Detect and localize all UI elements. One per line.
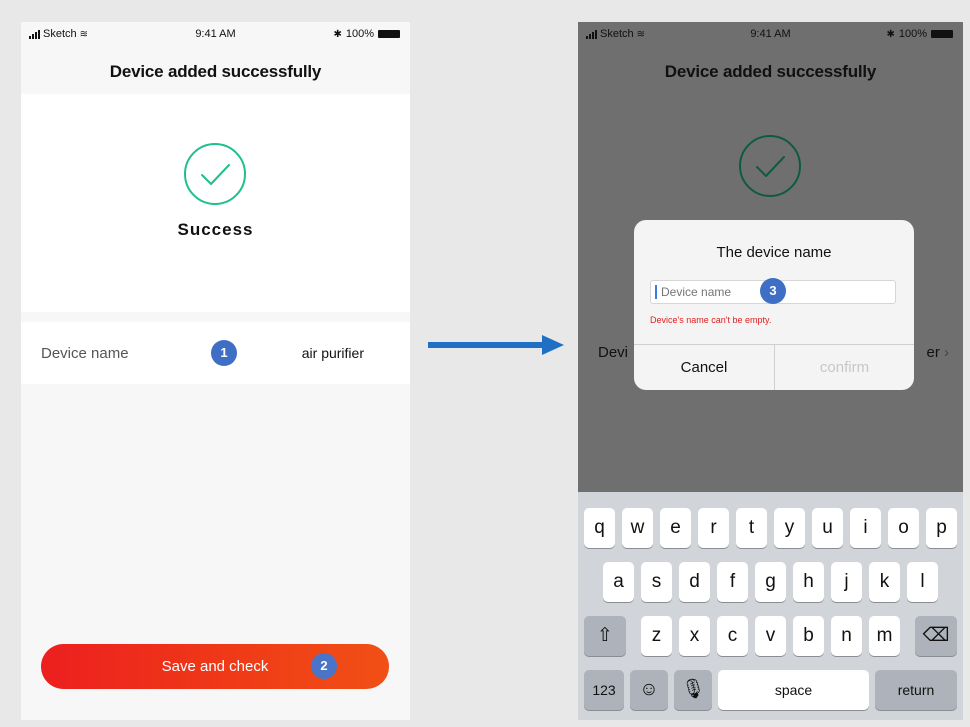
error-message: Device's name can't be empty. [650, 315, 772, 325]
success-check-icon [184, 143, 246, 205]
key-e[interactable]: e [660, 508, 691, 548]
chevron-right-icon: › [944, 344, 949, 361]
bluetooth-icon: ✱ [333, 28, 342, 40]
device-name-value-dimmed: er › [926, 344, 949, 361]
step-badge-3: 3 [760, 278, 786, 304]
key-h[interactable]: h [793, 562, 824, 602]
page-title: Device added successfully [664, 62, 877, 81]
dictation-key[interactable]: 🎙 [674, 670, 712, 710]
return-key[interactable]: return [875, 670, 957, 710]
key-y[interactable]: y [774, 508, 805, 548]
device-name-value: air purifier [301, 345, 364, 361]
battery-icon [378, 30, 400, 38]
key-a[interactable]: a [603, 562, 634, 602]
status-bar: Sketch ≋ 9:41 AM ✱ 100% [21, 22, 410, 46]
key-d[interactable]: d [679, 562, 710, 602]
backspace-icon: ⌫ [922, 625, 950, 646]
key-u[interactable]: u [812, 508, 843, 548]
status-bar: Sketch ≋ 9:41 AM ✱ 100% [578, 22, 963, 46]
key-c[interactable]: c [717, 616, 748, 656]
key-p[interactable]: p [926, 508, 957, 548]
success-screen: Sketch ≋ 9:41 AM ✱ 100% Device added suc… [21, 22, 410, 720]
numbers-key[interactable]: 123 [584, 670, 624, 710]
device-name-dialog: The device name 3 Device's name can't be… [634, 220, 914, 390]
space-key[interactable]: space [718, 670, 869, 710]
key-f[interactable]: f [717, 562, 748, 602]
cancel-button[interactable]: Cancel [634, 345, 774, 390]
success-check-icon [739, 135, 801, 197]
key-i[interactable]: i [850, 508, 881, 548]
backspace-key[interactable]: ⌫ [915, 616, 957, 656]
shift-key[interactable]: ⇧ [584, 616, 626, 656]
microphone-icon: 🎙 [680, 679, 706, 700]
key-j[interactable]: j [831, 562, 862, 602]
flow-arrow-icon [428, 335, 564, 355]
emoji-key[interactable]: ☺ [630, 670, 668, 710]
on-screen-keyboard: q w e r t y u i o p a s d f g h j k l ⇧ … [578, 492, 963, 720]
battery-percent: 100% [898, 28, 927, 40]
key-z[interactable]: z [641, 616, 672, 656]
bluetooth-icon: ✱ [886, 28, 895, 40]
step-badge-1: 1 [211, 340, 237, 366]
key-m[interactable]: m [869, 616, 900, 656]
key-r[interactable]: r [698, 508, 729, 548]
device-name-label: Device name [41, 345, 129, 362]
key-g[interactable]: g [755, 562, 786, 602]
key-x[interactable]: x [679, 616, 710, 656]
page-title: Device added successfully [109, 62, 322, 81]
key-l[interactable]: l [907, 562, 938, 602]
key-o[interactable]: o [888, 508, 919, 548]
dialog-title: The device name [716, 244, 832, 261]
success-label: Success [177, 220, 254, 239]
key-b[interactable]: b [793, 616, 824, 656]
rename-dialog-screen: Sketch ≋ 9:41 AM ✱ 100% Device added suc… [578, 22, 963, 720]
confirm-button[interactable]: confirm [775, 345, 914, 390]
key-q[interactable]: q [584, 508, 615, 548]
key-v[interactable]: v [755, 616, 786, 656]
key-n[interactable]: n [831, 616, 862, 656]
emoji-icon: ☺ [639, 679, 659, 700]
battery-icon [931, 30, 953, 38]
battery-percent: 100% [345, 28, 374, 40]
key-t[interactable]: t [736, 508, 767, 548]
success-card: Success [21, 94, 410, 312]
save-and-check-label: Save and check [161, 658, 269, 675]
step-badge-2: 2 [311, 653, 337, 679]
device-name-row[interactable]: Device name 1 air purifier [21, 322, 410, 384]
key-s[interactable]: s [641, 562, 672, 602]
key-w[interactable]: w [622, 508, 653, 548]
text-caret [655, 285, 657, 299]
device-name-label-dimmed: Devi [598, 344, 629, 361]
key-k[interactable]: k [869, 562, 900, 602]
shift-icon: ⇧ [597, 625, 613, 646]
device-name-value-fragment: er [926, 344, 940, 361]
